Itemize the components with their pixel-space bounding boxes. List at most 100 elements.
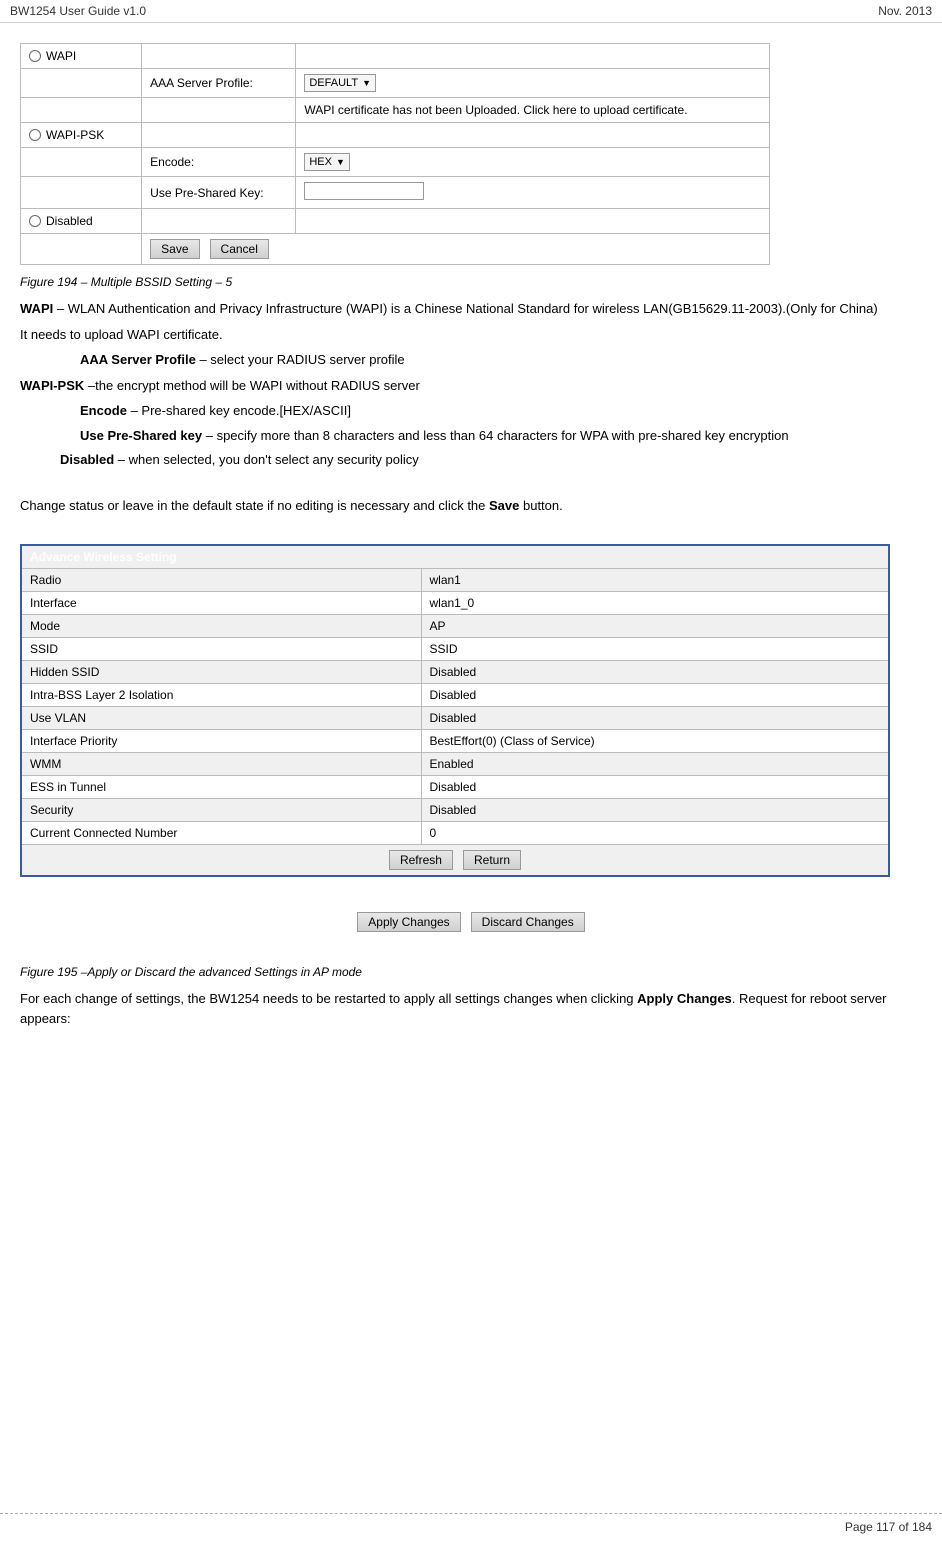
btn-empty-cell <box>21 234 142 265</box>
aws-table-row: Interfacewlan1_0 <box>21 592 889 615</box>
psk-value-cell <box>296 177 770 209</box>
aws-table-row: WMMEnabled <box>21 753 889 776</box>
aws-row-value: Disabled <box>421 776 889 799</box>
encode-select[interactable]: HEX ▼ <box>304 153 350 171</box>
aws-table-row: SSIDSSID <box>21 638 889 661</box>
page-header: BW1254 User Guide v1.0 Nov. 2013 <box>0 0 942 23</box>
wapipsk-radio-cell[interactable]: WAPI-PSK <box>21 123 142 148</box>
aws-row-label: Current Connected Number <box>21 822 421 845</box>
aws-row-label: Hidden SSID <box>21 661 421 684</box>
aws-table-row: Use VLANDisabled <box>21 707 889 730</box>
apply-discard-row: Apply Changes Discard Changes <box>20 912 922 932</box>
encode-label-cell: Encode: <box>142 148 296 177</box>
fig194-table: WAPI AAA Server Profile: DEFAULT ▼ <box>20 43 770 265</box>
wapipsk-radio[interactable] <box>29 129 41 141</box>
encode-value-cell: HEX ▼ <box>296 148 770 177</box>
disabled-empty-value <box>296 209 770 234</box>
wapi-desc-text: – WLAN Authentication and Privacy Infras… <box>53 301 877 316</box>
header-title-left: BW1254 User Guide v1.0 <box>10 4 146 18</box>
disabled-bold: Disabled <box>60 452 114 467</box>
wapi-bold: WAPI <box>20 301 53 316</box>
empty-value-cell <box>296 44 770 69</box>
aws-row-label: Interface <box>21 592 421 615</box>
aaa-label: AAA Server Profile: <box>150 76 253 90</box>
btn-cell: Save Cancel <box>142 234 770 265</box>
empty-label-cell <box>142 44 296 69</box>
main-content: WAPI AAA Server Profile: DEFAULT ▼ <box>0 23 942 1094</box>
aws-row-value: SSID <box>421 638 889 661</box>
aws-row-value: Disabled <box>421 684 889 707</box>
page-info: Page 117 of 184 <box>845 1520 932 1534</box>
aws-table-row: Radiowlan1 <box>21 569 889 592</box>
wapipsk-empty-value <box>296 123 770 148</box>
disabled-desc-text: – when selected, you don't select any se… <box>114 452 419 467</box>
change-status-before: Change status or leave in the default st… <box>20 498 489 513</box>
cert-value-cell: WAPI certificate has not been Uploaded. … <box>296 98 770 123</box>
aaa-description: AAA Server Profile – select your RADIUS … <box>80 350 922 370</box>
wapi-radio[interactable] <box>29 50 41 62</box>
cancel-button[interactable]: Cancel <box>210 239 269 259</box>
disabled-description: Disabled – when selected, you don't sele… <box>60 450 922 470</box>
encode-select-value: HEX <box>309 156 332 168</box>
cert-upload-text[interactable]: WAPI certificate has not been Uploaded. … <box>304 103 687 117</box>
save-bold: Save <box>489 498 519 513</box>
disabled-radio-cell[interactable]: Disabled <box>21 209 142 234</box>
wapi-description: WAPI – WLAN Authentication and Privacy I… <box>20 299 922 319</box>
aws-row-label: SSID <box>21 638 421 661</box>
aaa-select[interactable]: DEFAULT ▼ <box>304 74 376 92</box>
disabled-radio[interactable] <box>29 215 41 227</box>
footer-paragraph: For each change of settings, the BW1254 … <box>20 989 922 1028</box>
aws-table: Advance Wireless Setting Radiowlan1Inter… <box>20 544 890 877</box>
wapipsk-empty-label <box>142 123 296 148</box>
save-button[interactable]: Save <box>150 239 199 259</box>
aaa-value-cell: DEFAULT ▼ <box>296 69 770 98</box>
wapipsk-description: WAPI-PSK –the encrypt method will be WAP… <box>20 376 922 396</box>
aaa-bold: AAA Server Profile <box>80 352 196 367</box>
cert-label-cell <box>142 98 296 123</box>
aaa-label-cell: AAA Server Profile: <box>142 69 296 98</box>
aaa-desc-text: – select your RADIUS server profile <box>196 352 405 367</box>
psk-input[interactable] <box>304 182 424 200</box>
apply-changes-bold: Apply Changes <box>637 991 732 1006</box>
aws-row-value: Disabled <box>421 707 889 730</box>
wapipsk-bold: WAPI-PSK <box>20 378 84 393</box>
return-button[interactable]: Return <box>463 850 521 870</box>
change-status-after: button. <box>519 498 562 513</box>
aws-row-value: Enabled <box>421 753 889 776</box>
footer-para-before: For each change of settings, the BW1254 … <box>20 991 637 1006</box>
aws-row-label: Radio <box>21 569 421 592</box>
wapipsk-desc-text: –the encrypt method will be WAPI without… <box>84 378 419 393</box>
upload-text: It needs to upload WAPI certificate. <box>20 327 223 342</box>
aws-row-label: Mode <box>21 615 421 638</box>
fig194-caption: Figure 194 – Multiple BSSID Setting – 5 <box>20 275 922 289</box>
aws-btn-cell: Refresh Return <box>21 845 889 877</box>
discard-changes-button[interactable]: Discard Changes <box>471 912 585 932</box>
aws-btn-row: Refresh Return <box>21 845 889 877</box>
aaa-select-value: DEFAULT <box>309 77 358 89</box>
psk-label-cell: Use Pre-Shared Key: <box>142 177 296 209</box>
aws-row-label: WMM <box>21 753 421 776</box>
encode-label: Encode: <box>150 155 194 169</box>
aws-table-row: ESS in TunnelDisabled <box>21 776 889 799</box>
aws-row-value: Disabled <box>421 661 889 684</box>
aws-row-value: AP <box>421 615 889 638</box>
preshared-description: Use Pre-Shared key – specify more than 8… <box>80 426 922 446</box>
aws-table-row: Interface PriorityBestEffort(0) (Class o… <box>21 730 889 753</box>
wapi-radio-cell[interactable]: WAPI <box>21 44 142 69</box>
aws-row-value: BestEffort(0) (Class of Service) <box>421 730 889 753</box>
header-title-right: Nov. 2013 <box>878 4 932 18</box>
encode-dropdown-arrow-icon: ▼ <box>336 157 345 167</box>
upload-cert-text: It needs to upload WAPI certificate. <box>20 325 922 345</box>
aws-row-label: Security <box>21 799 421 822</box>
aws-row-value: Disabled <box>421 799 889 822</box>
encode-desc-text: – Pre-shared key encode.[HEX/ASCII] <box>127 403 351 418</box>
apply-changes-button[interactable]: Apply Changes <box>357 912 460 932</box>
preshared-bold: Use Pre-Shared key <box>80 428 202 443</box>
aws-table-row: Current Connected Number0 <box>21 822 889 845</box>
refresh-button[interactable]: Refresh <box>389 850 453 870</box>
fig195-caption: Figure 195 –Apply or Discard the advance… <box>20 965 922 979</box>
change-status-text: Change status or leave in the default st… <box>20 496 922 516</box>
aws-table-row: Intra-BSS Layer 2 IsolationDisabled <box>21 684 889 707</box>
aws-row-label: Interface Priority <box>21 730 421 753</box>
encode-bold: Encode <box>80 403 127 418</box>
